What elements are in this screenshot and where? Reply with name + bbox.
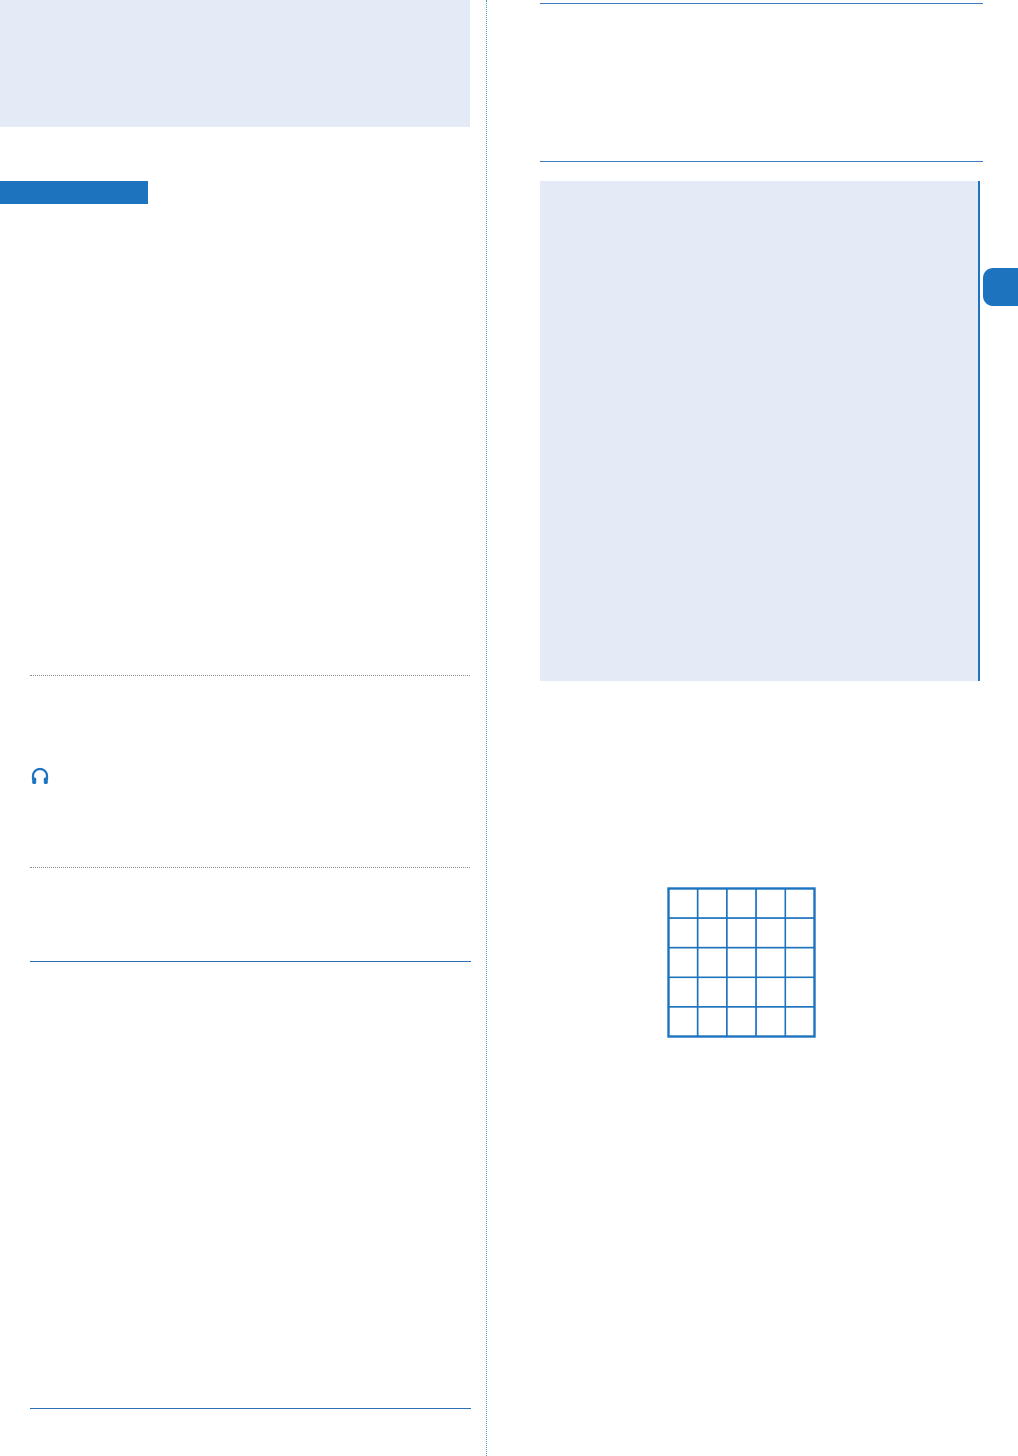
grid-cell-r5-c1 bbox=[667, 1006, 699, 1038]
section-divider-upper bbox=[30, 961, 471, 962]
grid-cell-r1-c2 bbox=[696, 887, 728, 919]
right-info-panel bbox=[540, 181, 980, 681]
grid-cell-r2-c4 bbox=[755, 917, 787, 949]
grid-cell-r4-c1 bbox=[667, 976, 699, 1008]
grid-cell-r1-c5 bbox=[784, 887, 816, 919]
grid-cell-r5-c3 bbox=[726, 1006, 757, 1038]
column-divider bbox=[486, 0, 487, 1456]
grid-cell-r5-c5 bbox=[784, 1006, 816, 1038]
grid-cell-r2-c2 bbox=[696, 917, 728, 949]
note-top-divider bbox=[30, 675, 470, 676]
grid-cell-r5-c2 bbox=[696, 1006, 728, 1038]
left-top-panel bbox=[0, 0, 470, 127]
grid-cell-r4-c5 bbox=[784, 976, 816, 1008]
grid-cell-r5-c4 bbox=[755, 1006, 787, 1038]
headphones-icon bbox=[31, 767, 49, 784]
grid-cell-r2-c5 bbox=[784, 917, 816, 949]
grid-cell-r2-c1 bbox=[667, 917, 699, 949]
right-top-divider bbox=[540, 3, 983, 4]
grid-cell-r2-c3 bbox=[726, 917, 757, 949]
grid-cell-r4-c2 bbox=[696, 976, 728, 1008]
note-bottom-divider bbox=[30, 867, 470, 868]
grid-figure bbox=[667, 887, 816, 1038]
grid-cell-r3-c5 bbox=[784, 946, 816, 979]
grid-cell-r1-c3 bbox=[726, 887, 757, 919]
grid-cell-r1-c1 bbox=[667, 887, 699, 919]
grid-cell-r3-c1 bbox=[667, 946, 699, 979]
right-bottom-divider bbox=[540, 161, 983, 162]
grid-cell-r3-c2 bbox=[696, 946, 728, 979]
section-divider-lower bbox=[30, 1408, 471, 1409]
grid-cell-r3-c3 bbox=[726, 946, 757, 979]
chapter-tab bbox=[983, 268, 1018, 306]
grid-cell-r4-c4 bbox=[755, 976, 787, 1008]
grid-cell-r1-c4 bbox=[755, 887, 787, 919]
grid-cell-r3-c4 bbox=[755, 946, 787, 979]
section-label-bar bbox=[0, 181, 148, 204]
grid-cell-r4-c3 bbox=[726, 976, 757, 1008]
